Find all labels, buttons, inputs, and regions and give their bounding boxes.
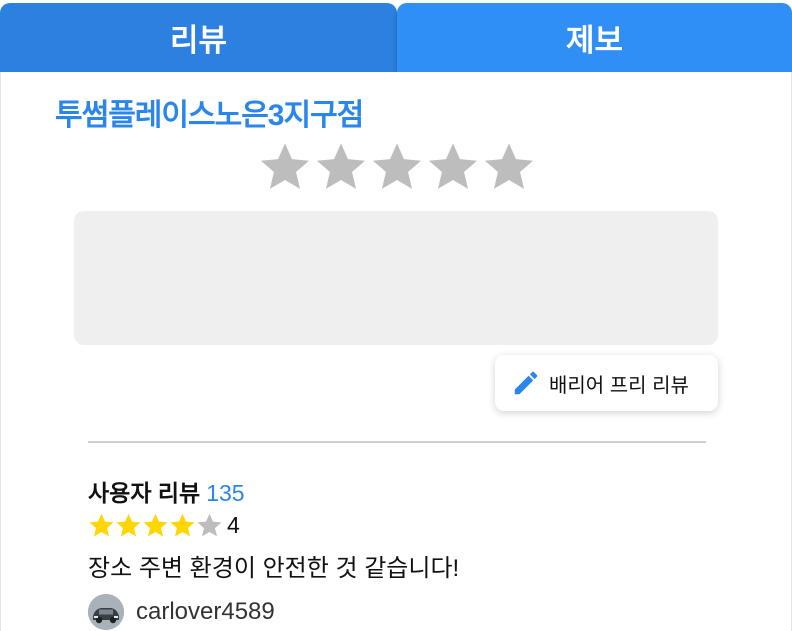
car-avatar-icon bbox=[88, 594, 124, 630]
star-empty-icon bbox=[197, 513, 222, 537]
reviews-count: 135 bbox=[206, 480, 245, 506]
star-filled-icon bbox=[143, 513, 168, 537]
star-filled-icon bbox=[170, 513, 195, 537]
star-1-icon[interactable] bbox=[258, 140, 312, 194]
star-2-icon[interactable] bbox=[314, 140, 368, 194]
tab-bar: 리뷰 제보 bbox=[0, 0, 792, 72]
star-3-icon[interactable] bbox=[370, 140, 424, 194]
place-title: 투썸플레이스노은3지구점 bbox=[55, 99, 364, 132]
pencil-icon bbox=[514, 371, 538, 395]
review-text: 장소 주변 환경이 안전한 것 같습니다! bbox=[88, 555, 460, 582]
username: carlover4589 bbox=[136, 598, 275, 625]
star-filled-icon bbox=[89, 513, 114, 537]
tab-review[interactable]: 리뷰 bbox=[0, 3, 397, 72]
review-rating: 4 bbox=[88, 512, 240, 539]
review-textarea[interactable] bbox=[74, 211, 718, 345]
star-filled-icon bbox=[116, 513, 141, 537]
tab-report[interactable]: 제보 bbox=[397, 3, 792, 72]
reviews-header: 사용자 리뷰 135 bbox=[88, 474, 245, 508]
star-4-icon[interactable] bbox=[426, 140, 480, 194]
star-rating-input bbox=[258, 140, 538, 200]
divider bbox=[88, 441, 706, 443]
reviewer: carlover4589 bbox=[88, 594, 275, 630]
rating-value: 4 bbox=[227, 512, 240, 538]
avatar[interactable] bbox=[88, 594, 124, 630]
barrier-free-review-label: 배리어 프리 리뷰 bbox=[549, 374, 689, 397]
reviews-header-label: 사용자 리뷰 bbox=[88, 480, 201, 506]
star-5-icon[interactable] bbox=[482, 140, 536, 194]
barrier-free-review-button[interactable]: 배리어 프리 리뷰 bbox=[495, 355, 718, 411]
